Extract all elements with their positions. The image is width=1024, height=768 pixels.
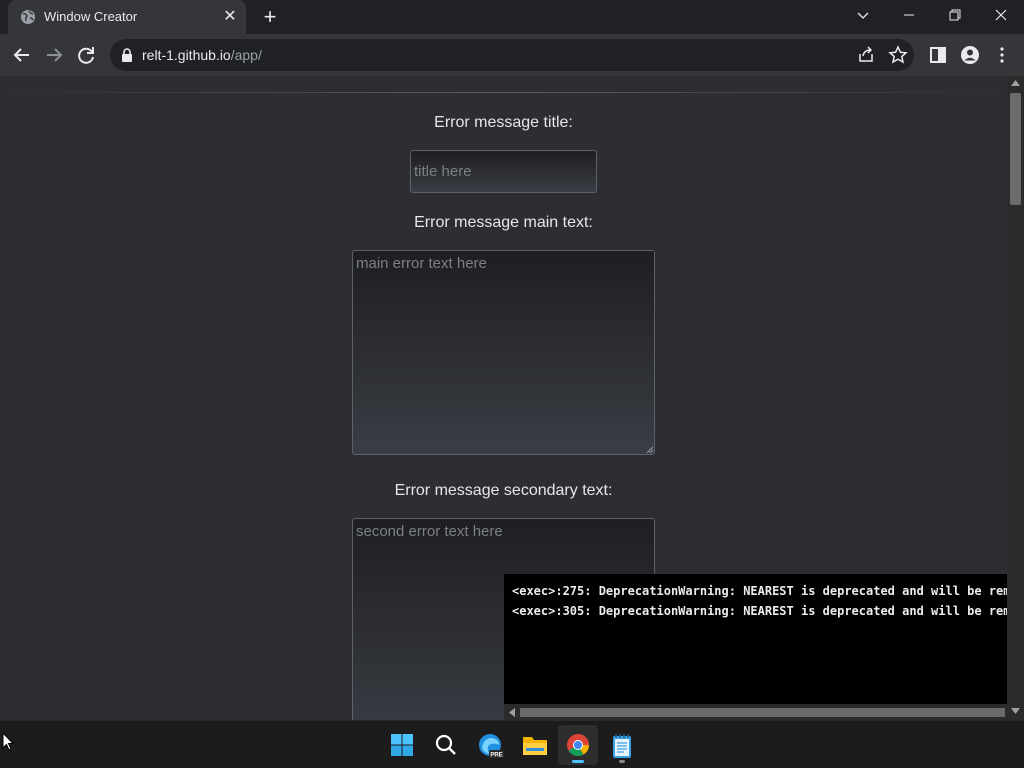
close-icon bbox=[995, 9, 1007, 21]
horizontal-scrollbar-thumb[interactable] bbox=[520, 708, 1005, 717]
side-panel-icon[interactable] bbox=[926, 43, 950, 67]
restore-button[interactable] bbox=[932, 0, 978, 30]
tab-title: Window Creator bbox=[44, 9, 138, 24]
profile-icon[interactable] bbox=[958, 43, 982, 67]
minimize-icon bbox=[904, 14, 914, 16]
windows-start-icon bbox=[391, 734, 413, 756]
kebab-menu-icon[interactable] bbox=[990, 43, 1014, 67]
scroll-up-icon[interactable] bbox=[1011, 80, 1020, 86]
search-icon bbox=[435, 734, 456, 755]
edge-beta-button[interactable]: PRE bbox=[470, 725, 510, 765]
notepad-icon bbox=[613, 734, 631, 758]
tab-search-button[interactable] bbox=[840, 0, 886, 30]
tab-window-creator[interactable]: Window Creator ✕ bbox=[8, 0, 246, 34]
url-host: relt-1.github.io bbox=[142, 47, 231, 63]
new-tab-button[interactable]: + bbox=[258, 6, 282, 30]
lock-icon[interactable] bbox=[120, 47, 134, 63]
globe-icon bbox=[21, 10, 35, 24]
browser-toolbar: relt-1.github.io/app/ bbox=[0, 34, 1024, 76]
chrome-icon bbox=[567, 734, 589, 756]
console-line: <exec>:275: DeprecationWarning: NEAREST … bbox=[512, 584, 1007, 598]
title-input[interactable] bbox=[410, 150, 597, 193]
folder-icon bbox=[523, 737, 547, 755]
main-text-area[interactable] bbox=[352, 250, 655, 455]
edge-badge: PRE bbox=[490, 753, 502, 759]
scroll-down-icon[interactable] bbox=[1011, 708, 1020, 714]
chevron-down-icon bbox=[857, 12, 869, 19]
secondary-text-label: Error message secondary text: bbox=[394, 482, 613, 499]
taskbar: PRE bbox=[0, 720, 1024, 768]
minimize-button[interactable] bbox=[886, 0, 932, 30]
title-label: Error message title: bbox=[434, 114, 573, 131]
start-button[interactable] bbox=[382, 725, 422, 765]
tab-close-icon[interactable]: ✕ bbox=[220, 7, 240, 27]
restore-icon bbox=[949, 9, 961, 21]
address-bar[interactable]: relt-1.github.io/app/ bbox=[110, 39, 914, 71]
horizontal-scrollbar[interactable] bbox=[504, 704, 1007, 720]
bookmark-star-icon[interactable] bbox=[888, 45, 908, 65]
back-arrow-icon[interactable] bbox=[10, 43, 34, 67]
share-icon[interactable] bbox=[856, 45, 876, 65]
console-line: <exec>:305: DeprecationWarning: NEAREST … bbox=[512, 604, 1007, 618]
reload-icon[interactable] bbox=[74, 43, 98, 67]
edge-beta-icon: PRE bbox=[479, 734, 504, 759]
divider bbox=[0, 92, 1007, 93]
close-window-button[interactable] bbox=[978, 0, 1024, 30]
active-indicator bbox=[572, 760, 584, 763]
forward-arrow-icon[interactable] bbox=[42, 43, 66, 67]
console-output: <exec>:275: DeprecationWarning: NEAREST … bbox=[504, 574, 1007, 704]
url-path: /app/ bbox=[230, 47, 262, 63]
scrollbar-thumb[interactable] bbox=[1010, 93, 1021, 205]
title-bar: Window Creator ✕ + bbox=[0, 0, 1024, 34]
resize-grip-icon[interactable] bbox=[645, 445, 653, 453]
chrome-button[interactable] bbox=[558, 725, 598, 765]
main-text-wrapper bbox=[352, 250, 655, 455]
vertical-scrollbar[interactable] bbox=[1007, 76, 1024, 720]
mouse-cursor-icon bbox=[2, 732, 14, 751]
scroll-left-icon[interactable] bbox=[509, 708, 515, 717]
notepad-button[interactable] bbox=[602, 725, 642, 765]
taskbar-search-button[interactable] bbox=[426, 725, 466, 765]
running-indicator bbox=[619, 760, 625, 763]
main-text-label: Error message main text: bbox=[414, 214, 593, 231]
file-explorer-button[interactable] bbox=[514, 725, 554, 765]
url-text[interactable]: relt-1.github.io/app/ bbox=[142, 47, 262, 63]
